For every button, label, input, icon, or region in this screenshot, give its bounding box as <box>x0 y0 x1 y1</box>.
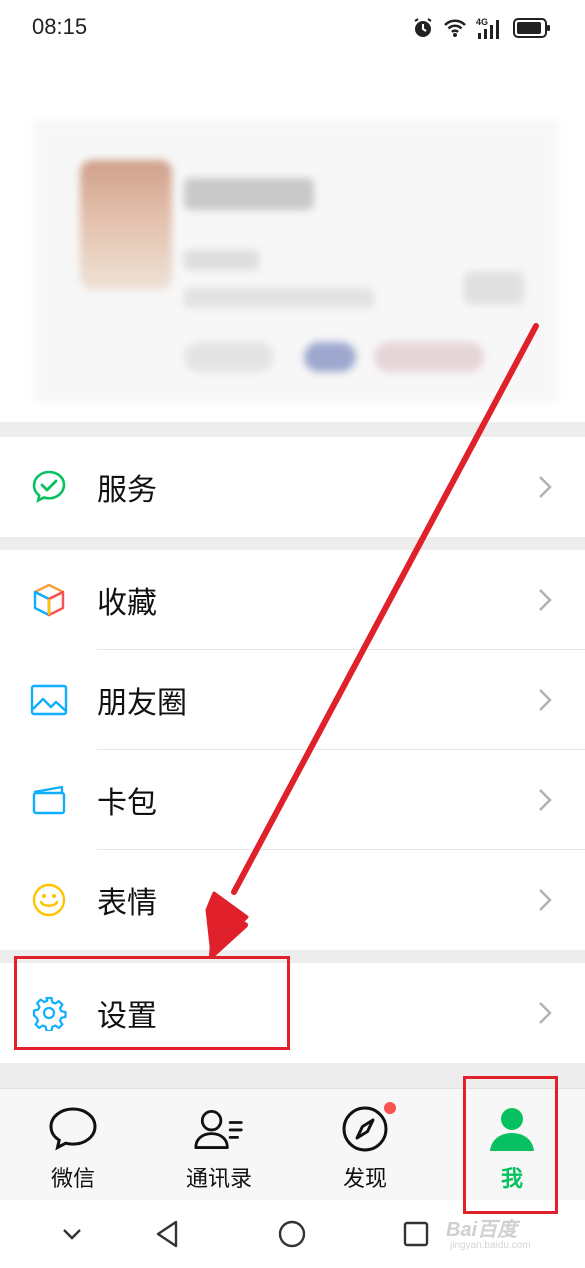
profile-id-blurred <box>184 250 259 270</box>
battery-icon <box>513 17 551 39</box>
baidu-watermark: Bai百度 <box>446 1219 518 1241</box>
profile-name-blurred <box>184 178 314 210</box>
nav-collapse-button[interactable] <box>52 1216 92 1252</box>
network-label: 4G <box>476 17 488 27</box>
discover-badge-dot <box>384 1102 396 1114</box>
tab-label-contacts: 通讯录 <box>185 1167 252 1192</box>
friend-avatars-blurred <box>304 342 356 372</box>
menu-label-service: 服务 <box>97 473 157 508</box>
tab-label-discover: 发现 <box>342 1167 387 1192</box>
profile-status-blurred <box>184 288 374 308</box>
chevron-right-icon <box>539 689 552 711</box>
tab-label-chats: 微信 <box>50 1167 95 1192</box>
card-wallet-icon <box>30 781 68 819</box>
person-icon <box>486 1105 538 1153</box>
menu-item-cards[interactable]: 卡包 <box>0 750 585 850</box>
chat-bubble-icon <box>47 1105 99 1153</box>
profile-header[interactable] <box>0 58 585 422</box>
qr-code-icon <box>464 272 524 304</box>
tab-contacts[interactable]: 通讯录 <box>146 1089 292 1201</box>
tab-label-me: 我 <box>500 1167 523 1192</box>
tab-chats[interactable]: 微信 <box>0 1089 146 1201</box>
wifi-icon <box>443 18 467 38</box>
compass-icon <box>339 1105 391 1153</box>
menu-label-settings: 设置 <box>97 999 157 1034</box>
menu-item-moments[interactable]: 朋友圈 <box>0 650 585 750</box>
nav-home-button[interactable] <box>272 1216 312 1252</box>
menu-item-favorites[interactable]: 收藏 <box>0 550 585 650</box>
status-pill-blurred <box>184 342 274 372</box>
gear-icon <box>30 994 68 1032</box>
4g-signal-icon: 4G <box>476 16 504 40</box>
chevron-right-icon <box>539 1002 552 1024</box>
status-time: 08:15 <box>32 14 88 39</box>
menu-group-main: 收藏 朋友圈 卡包 表情 <box>0 550 585 950</box>
favorites-cube-icon <box>30 581 68 619</box>
menu-group-settings: 设置 <box>0 963 585 1063</box>
alarm-icon <box>412 17 434 39</box>
service-icon <box>30 468 68 506</box>
menu-label-cards: 卡包 <box>97 786 157 821</box>
tab-discover[interactable]: 发现 <box>292 1089 438 1201</box>
bottom-tab-bar: 微信 通讯录 发现 我 <box>0 1088 585 1200</box>
tab-me[interactable]: 我 <box>439 1089 585 1201</box>
contacts-icon <box>193 1105 245 1153</box>
moments-picture-icon <box>30 681 68 719</box>
menu-label-favorites: 收藏 <box>97 586 157 621</box>
menu-item-service[interactable]: 服务 <box>0 437 585 537</box>
menu-label-stickers: 表情 <box>97 886 157 921</box>
chevron-right-icon <box>539 889 552 911</box>
chevron-right-icon <box>539 476 552 498</box>
menu-item-settings[interactable]: 设置 <box>0 963 585 1063</box>
status-icons: 4G <box>412 14 551 42</box>
blurred-profile-card <box>34 120 558 402</box>
friend-status-blurred <box>374 342 484 372</box>
nav-back-button[interactable] <box>148 1216 188 1252</box>
baidu-watermark-url: jingyan.baidu.com <box>450 1240 531 1251</box>
menu-group-service: 服务 <box>0 437 585 537</box>
chevron-right-icon <box>539 789 552 811</box>
menu-label-moments: 朋友圈 <box>97 686 187 721</box>
smiley-icon <box>30 881 68 919</box>
nav-recents-button[interactable] <box>396 1216 436 1252</box>
avatar <box>80 160 172 290</box>
menu-item-stickers[interactable]: 表情 <box>0 850 585 950</box>
status-bar: 08:15 4G <box>0 0 585 58</box>
chevron-right-icon <box>539 589 552 611</box>
